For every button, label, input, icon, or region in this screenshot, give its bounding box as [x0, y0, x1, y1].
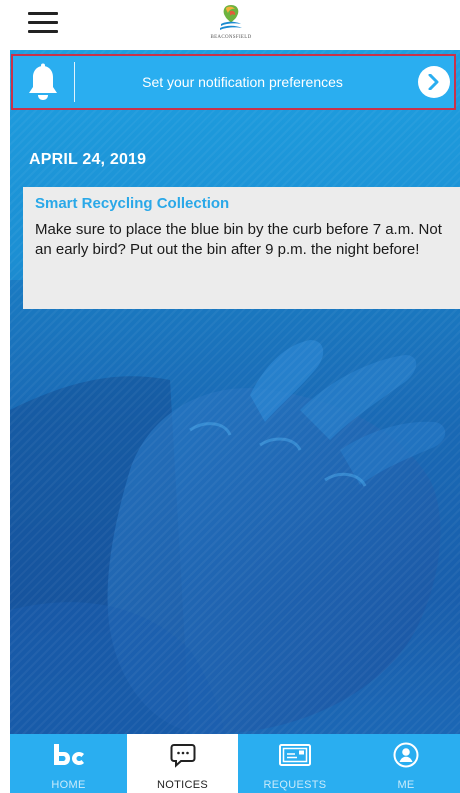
tab-me[interactable]: ME	[352, 734, 460, 793]
tab-home[interactable]: HOME	[10, 734, 127, 793]
tab-notices[interactable]: NOTICES	[127, 734, 238, 793]
hamburger-menu-icon[interactable]	[28, 12, 58, 34]
user-icon	[393, 742, 419, 768]
logo-emblem-icon	[220, 5, 242, 30]
notice-body: Make sure to place the blue bin by the c…	[35, 221, 442, 258]
top-header: BEACONSFIELD	[0, 0, 460, 50]
notification-preferences-label: Set your notification preferences	[142, 74, 343, 90]
notification-preferences-bar[interactable]: Set your notification preferences	[11, 54, 456, 110]
notice-card[interactable]: Smart Recycling Collection Make sure to …	[23, 187, 460, 309]
tab-requests[interactable]: REQUESTS	[238, 734, 352, 793]
beaconsfield-logo: BEACONSFIELD	[203, 2, 259, 46]
notice-title: Smart Recycling Collection	[35, 195, 230, 212]
tab-me-label: ME	[397, 779, 415, 791]
logo-text: BEACONSFIELD	[210, 35, 252, 40]
tab-notices-label: NOTICES	[157, 779, 208, 791]
envelope-icon	[279, 744, 311, 766]
app-screen: BEACONSFIELD Set your notification prefe…	[0, 0, 460, 793]
speech-bubble-icon	[170, 744, 195, 768]
chevron-right-icon[interactable]	[418, 66, 450, 98]
tab-home-label: HOME	[51, 779, 86, 791]
feed-date-heading: APRIL 24, 2019	[29, 151, 147, 168]
bottom-tab-bar: HOME NOTICES REQUESTS ME	[10, 734, 460, 793]
bc-logo-icon	[53, 744, 84, 765]
tab-requests-label: REQUESTS	[263, 779, 327, 791]
bell-icon	[29, 63, 57, 100]
